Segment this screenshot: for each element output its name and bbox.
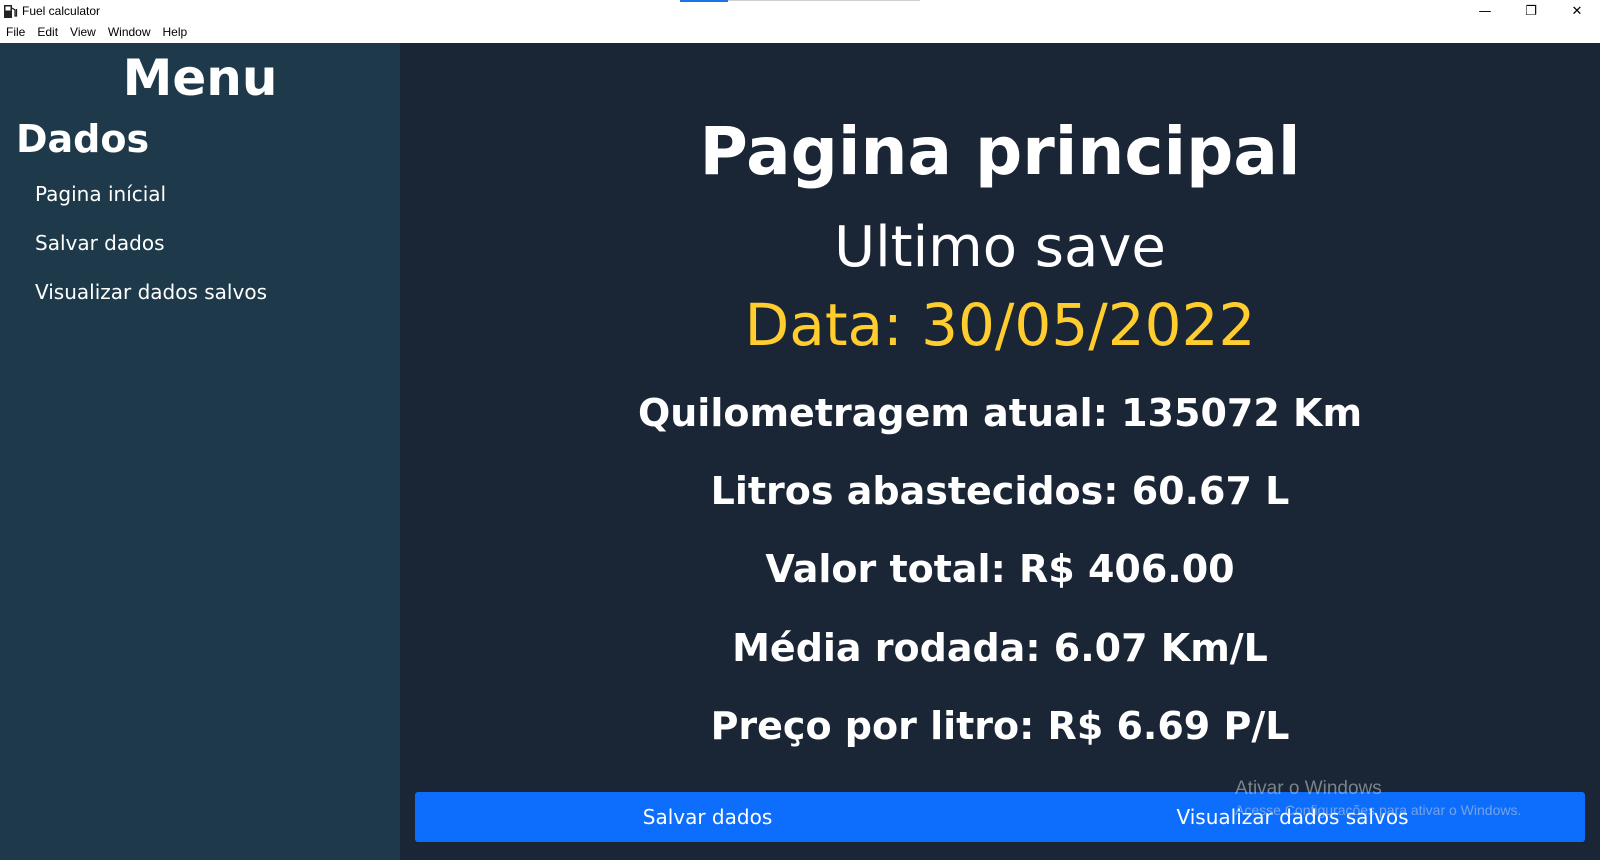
close-button[interactable]: ✕: [1554, 0, 1600, 22]
sidebar-item-save-data[interactable]: Salvar dados: [35, 231, 164, 255]
activation-watermark-title: Ativar o Windows: [1235, 778, 1382, 799]
title-accent-line: [728, 0, 920, 1]
fuel-pump-icon: [4, 5, 18, 18]
page-title: Pagina principal: [699, 113, 1301, 190]
sidebar-item-view-saved[interactable]: Visualizar dados salvos: [35, 280, 267, 304]
sidebar: Menu Dados Pagina inícial Salvar dados V…: [0, 43, 400, 860]
menu-window[interactable]: Window: [102, 22, 157, 42]
title-accent-line: [680, 0, 728, 2]
last-save-heading: Ultimo save: [834, 215, 1166, 280]
save-data-button[interactable]: Salvar dados: [415, 792, 1000, 842]
menu-view[interactable]: View: [64, 22, 102, 42]
activation-watermark-text: Acesse Configurações para ativar o Windo…: [1235, 802, 1522, 818]
menu-file[interactable]: File: [0, 22, 31, 42]
menu-help[interactable]: Help: [157, 22, 194, 42]
restore-button[interactable]: ❐: [1508, 0, 1554, 22]
sidebar-title: Menu: [122, 49, 278, 107]
main-content: Pagina principal Ultimo save Data: 30/05…: [400, 43, 1600, 860]
window-title: Fuel calculator: [22, 4, 101, 18]
stat-total-value: Valor total: R$ 406.00: [765, 547, 1235, 591]
title-bar: Fuel calculator — ❐ ✕: [0, 0, 1600, 22]
stat-liters: Litros abastecidos: 60.67 L: [710, 469, 1290, 513]
stat-price-per-liter: Preço por litro: R$ 6.69 P/L: [710, 704, 1290, 748]
stat-mileage: Quilometragem atual: 135072 Km: [637, 391, 1363, 435]
save-date: Data: 30/05/2022: [744, 291, 1256, 359]
menu-edit[interactable]: Edit: [31, 22, 64, 42]
minimize-button[interactable]: —: [1462, 0, 1508, 22]
stat-average: Média rodada: 6.07 Km/L: [732, 626, 1268, 670]
sidebar-item-home[interactable]: Pagina inícial: [35, 182, 166, 206]
menu-bar: File Edit View Window Help: [0, 22, 1600, 42]
sidebar-section-title: Dados: [16, 117, 150, 161]
